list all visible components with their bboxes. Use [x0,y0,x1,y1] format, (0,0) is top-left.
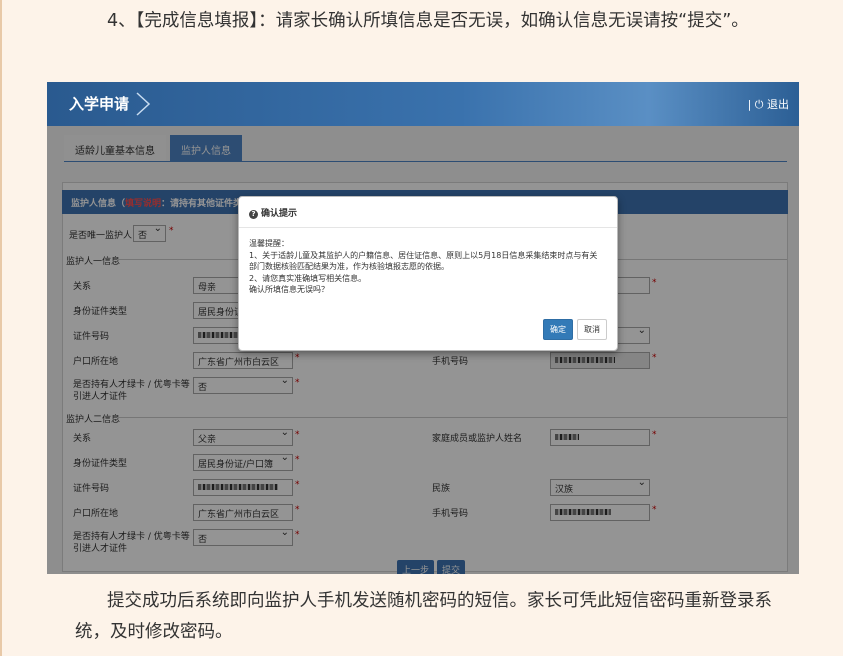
logout-button[interactable]: | ⏻ 退出 [748,96,789,112]
confirm-dialog: ? 确认提示 温馨提醒： 1、关于适龄儿童及其监护人的户籍信息、居住证信息、原则上… [238,196,618,351]
cancel-button[interactable]: 取消 [577,319,607,340]
dialog-title: 确认提示 [261,209,298,219]
article-top-paragraph: 4、【完成信息填报】：请家长确认所填信息是否无误，如确认信息无误请按“提交”。 [107,11,749,31]
confirm-button[interactable]: 确定 [543,319,573,340]
dialog-line: 部门数据核验匹配结果为准，作为核验填报志愿的依据。 [249,262,449,271]
page-title: 入学申请 [69,95,130,113]
dialog-line: 确认所填信息无误吗？ [249,285,329,294]
dialog-line: 1、关于适龄儿童及其监护人的户籍信息、居住证信息、原则上以5月18日信息采集结束… [249,250,598,260]
embedded-screenshot: 入学申请 | ⏻ 退出 适龄儿童基本信息 监护人信息 监护人信息（填写说明：请持… [47,82,799,574]
dialog-line: 温馨提醒： [249,239,289,248]
dialog-header: ? 确认提示 [239,197,617,228]
header-banner: 入学申请 | ⏻ 退出 [47,82,799,126]
dialog-footer: 确定 取消 [543,319,607,340]
dialog-body: 温馨提醒： 1、关于适龄儿童及其监护人的户籍信息、居住证信息、原则上以5月18日… [239,228,617,296]
chevron-right-icon [136,92,151,116]
dialog-line: 2、请您真实准确填写相关信息。 [249,273,367,283]
question-icon: ? [249,210,258,219]
article-bottom-paragraph: 提交成功后系统即向监护人手机发送随机密码的短信。家长可凭此短信密码重新登录系统，… [75,591,772,642]
